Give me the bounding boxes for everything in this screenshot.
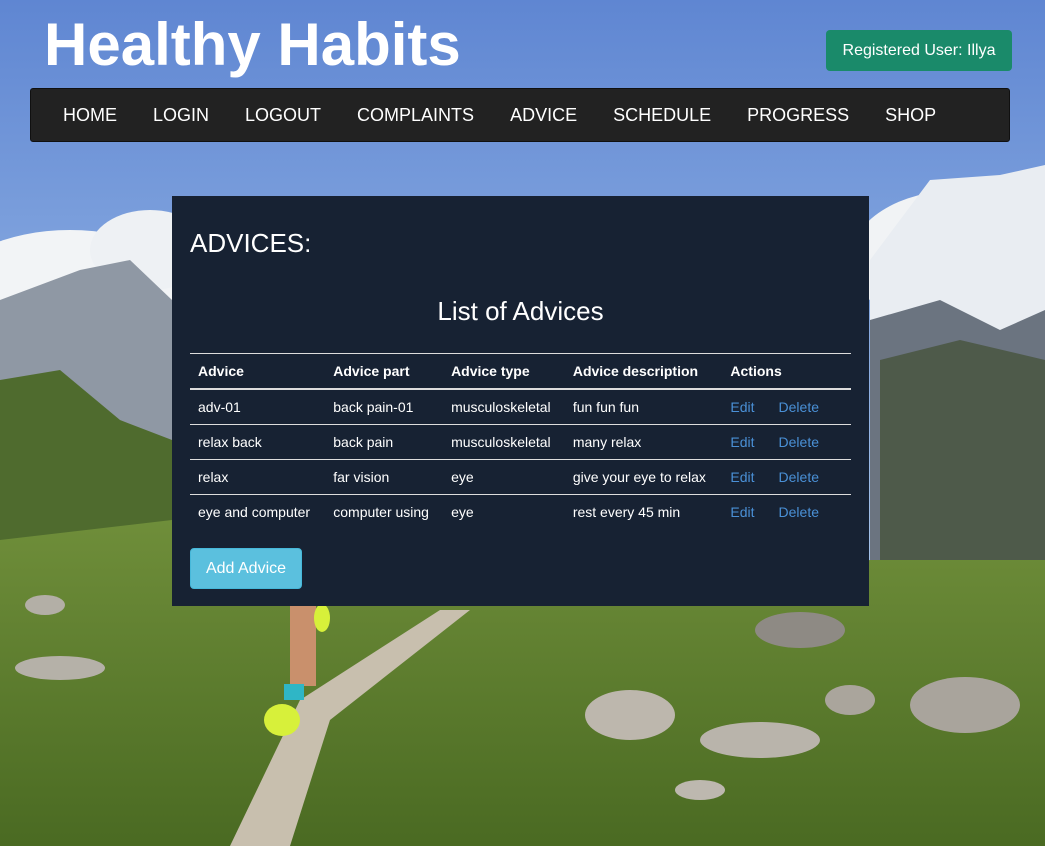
cell-advice-part: back pain [325,424,444,460]
table-row: eye and computer computer using eye rest… [190,494,851,529]
column-header-advice-part: Advice part [325,353,444,390]
cell-advice-description: fun fun fun [572,399,639,415]
nav-progress[interactable]: PROGRESS [729,88,867,142]
edit-link[interactable]: Edit [730,504,754,520]
cell-advice-type: eye [443,459,565,495]
panel-heading: ADVICES: [190,228,312,258]
page: Healthy Habits Registered User: Illya HO… [0,0,1045,846]
nav-home[interactable]: HOME [45,88,135,142]
main-navbar: HOME LOGIN LOGOUT COMPLAINTS ADVICE SCHE… [30,88,1010,142]
advices-table: Advice Advice part Advice type Advice de… [190,353,851,529]
delete-link[interactable]: Delete [779,399,819,415]
table-row: relax far vision eye give your eye to re… [190,459,851,495]
cell-advice: relax back [190,424,326,460]
delete-link[interactable]: Delete [779,434,819,450]
nav-logout[interactable]: LOGOUT [227,88,339,142]
cell-advice-type: musculoskeletal [443,424,565,460]
delete-link[interactable]: Delete [779,469,819,485]
cell-advice-type: musculoskeletal [451,399,551,415]
delete-link[interactable]: Delete [779,504,819,520]
nav-shop[interactable]: SHOP [867,88,954,142]
cell-advice-description: give your eye to relax [564,459,723,495]
site-title: Healthy Habits [44,11,461,78]
nav-schedule[interactable]: SCHEDULE [595,88,729,142]
edit-link[interactable]: Edit [730,399,754,415]
cell-actions: Edit Delete [722,389,851,425]
cell-advice-part: back pain-01 [333,399,414,415]
add-advice-button[interactable]: Add Advice [190,548,302,589]
column-header-advice: Advice [190,353,326,390]
table-row: relax back back pain musculoskeletal man… [190,424,851,460]
edit-link[interactable]: Edit [730,469,754,485]
cell-advice-description: rest every 45 min [564,494,723,529]
cell-advice: adv-01 [198,399,241,415]
column-header-advice-description: Advice description [564,353,723,390]
registered-user-badge: Registered User: Illya [826,30,1012,71]
column-header-actions: Actions [722,353,851,390]
cell-advice-description: many relax [564,424,723,460]
cell-actions: Edit Delete [722,494,851,529]
table-header-row: Advice Advice part Advice type Advice de… [190,353,851,390]
cell-advice: relax [190,459,326,495]
nav-login[interactable]: LOGIN [135,88,227,142]
nav-advice[interactable]: ADVICE [492,88,595,142]
cell-actions: Edit Delete [722,459,851,495]
cell-advice-part: computer using [325,494,444,529]
advices-panel: ADVICES: List of Advices Advice Advice p… [172,196,869,606]
cell-actions: Edit Delete [722,424,851,460]
column-header-advice-type: Advice type [443,353,565,390]
list-title: List of Advices [437,296,604,326]
cell-advice: eye and computer [190,494,326,529]
cell-advice-type: eye [443,494,565,529]
nav-complaints[interactable]: COMPLAINTS [339,88,492,142]
table-row: adv-01 back pain-01 musculoskeletal fun … [190,389,851,425]
cell-advice-part: far vision [325,459,444,495]
edit-link[interactable]: Edit [730,434,754,450]
